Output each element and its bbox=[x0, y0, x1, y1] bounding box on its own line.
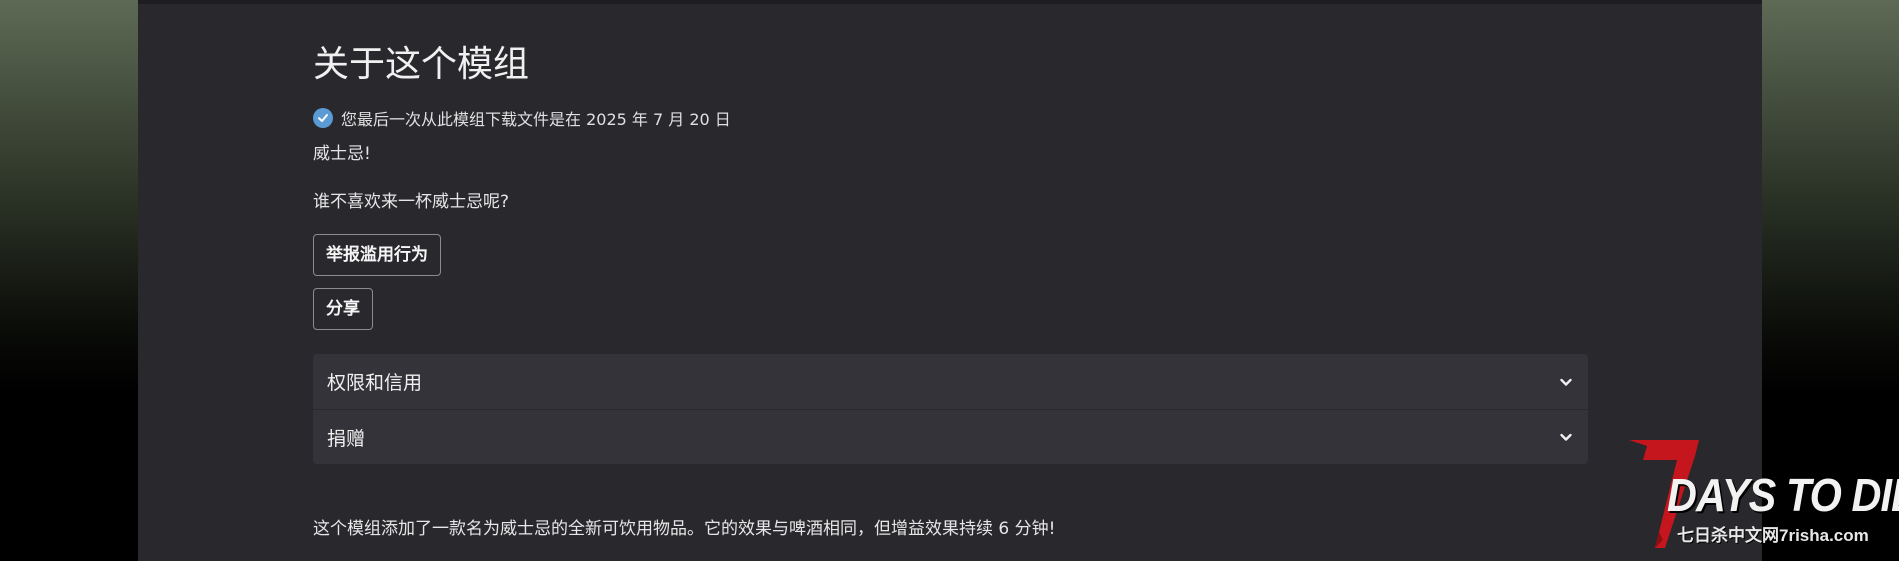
check-circle-icon bbox=[313, 108, 333, 128]
logo-subtext: 七日杀中文网7risha.com bbox=[1677, 526, 1869, 545]
download-note: 您最后一次从此模组下载文件是在 2025 年 7 月 20 日 bbox=[313, 106, 1588, 130]
logo-text: DAYS TO DIE bbox=[1667, 469, 1899, 521]
watermark-logo: DAYS TO DIE 七日杀中文网7risha.com bbox=[1625, 440, 1899, 550]
background-left bbox=[0, 0, 138, 561]
share-button[interactable]: 分享 bbox=[313, 288, 373, 330]
accordion-permissions[interactable]: 权限和信用 bbox=[313, 354, 1588, 409]
accordion-donations[interactable]: 捐赠 bbox=[313, 409, 1588, 464]
page-title: 关于这个模组 bbox=[313, 44, 530, 85]
panel-top-edge bbox=[138, 0, 1762, 4]
report-abuse-button[interactable]: 举报滥用行为 bbox=[313, 234, 441, 276]
mod-description: 这个模组添加了一款名为威士忌的全新可饮用物品。它的效果与啤酒相同，但增益效果持续… bbox=[313, 519, 1056, 539]
accordion-donations-label: 捐赠 bbox=[327, 427, 366, 450]
download-note-text: 您最后一次从此模组下载文件是在 2025 年 7 月 20 日 bbox=[341, 110, 731, 129]
accordion: 权限和信用 捐赠 bbox=[313, 354, 1588, 464]
paragraph-2: 谁不喜欢来一杯威士忌呢? bbox=[313, 192, 510, 212]
paragraph-1: 威士忌! bbox=[313, 144, 371, 164]
about-section: 关于这个模组 您最后一次从此模组下载文件是在 2025 年 7 月 20 日 威… bbox=[313, 40, 1588, 464]
accordion-permissions-label: 权限和信用 bbox=[327, 372, 423, 394]
chevron-down-icon bbox=[1560, 433, 1572, 441]
chevron-down-icon bbox=[1560, 378, 1572, 386]
